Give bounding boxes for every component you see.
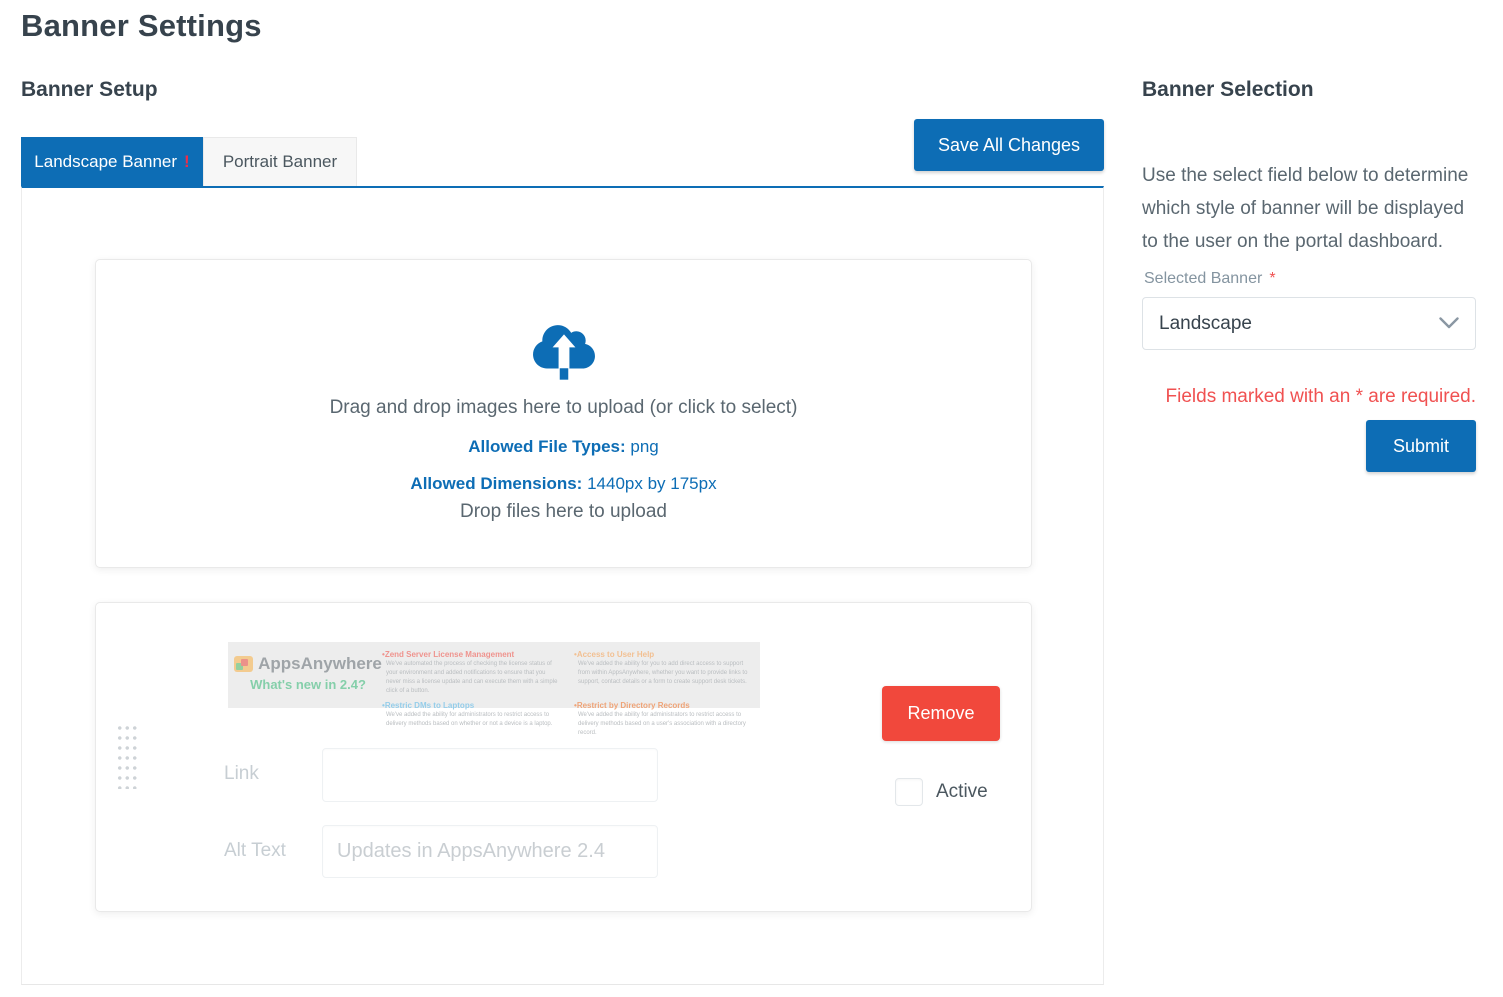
remove-button[interactable]: Remove xyxy=(882,686,1000,741)
cloud-upload-icon xyxy=(533,322,595,387)
allowed-file-types: Allowed File Types: png xyxy=(96,437,1031,457)
banner-setup-heading: Banner Setup xyxy=(21,78,158,102)
upload-dropzone[interactable]: Drag and drop images here to upload (or … xyxy=(95,259,1032,568)
active-checkbox[interactable] xyxy=(895,778,923,806)
link-label: Link xyxy=(224,763,259,785)
selected-banner-label-text: Selected Banner xyxy=(1144,270,1262,287)
tab-landscape-alert-icon: ! xyxy=(184,152,190,172)
banner-selection-heading: Banner Selection xyxy=(1142,78,1314,102)
allowed-file-types-value: png xyxy=(630,437,658,456)
allowed-dimensions-value: 1440px by 175px xyxy=(587,474,717,493)
selected-banner-select[interactable]: Landscape xyxy=(1142,297,1476,350)
banner-tabs: Landscape Banner ! Portrait Banner xyxy=(21,137,357,186)
appsanywhere-logo-icon xyxy=(234,656,253,672)
banner-item-card: AppsAnywhere What's new in 2.4? Zend Ser… xyxy=(95,602,1032,912)
active-label: Active xyxy=(936,781,988,803)
banner-preview-features: Zend Server License ManagementWe've auto… xyxy=(382,647,750,703)
required-fields-note: Fields marked with an * are required. xyxy=(1142,386,1476,408)
tab-portrait-banner[interactable]: Portrait Banner xyxy=(203,137,357,186)
tab-landscape-label: Landscape Banner xyxy=(34,152,177,172)
alt-text-label: Alt Text xyxy=(224,840,286,862)
banner-selection-description: Use the select field below to determine … xyxy=(1142,159,1478,258)
dropzone-instruction: Drag and drop images here to upload (or … xyxy=(96,397,1031,419)
allowed-dimensions-label: Allowed Dimensions: xyxy=(410,474,582,493)
chevron-down-icon xyxy=(1439,313,1459,335)
alt-text-input[interactable] xyxy=(322,825,658,878)
required-asterisk: * xyxy=(1269,270,1275,287)
active-toggle-group: Active xyxy=(895,778,988,806)
banner-preview-logo-block: AppsAnywhere What's new in 2.4? xyxy=(234,647,382,703)
preview-feature: Restric DMs to LaptopsWe've added the ab… xyxy=(382,701,558,738)
banner-settings-page: Banner Settings Banner Setup Save All Ch… xyxy=(0,0,1503,997)
drag-handle[interactable] xyxy=(115,721,138,789)
tab-landscape-banner[interactable]: Landscape Banner ! xyxy=(21,137,203,186)
submit-button[interactable]: Submit xyxy=(1366,420,1476,472)
preview-feature: Zend Server License ManagementWe've auto… xyxy=(382,650,558,696)
drop-files-hint: Drop files here to upload xyxy=(96,501,1031,523)
preview-feature: Access to User HelpWe've added the abili… xyxy=(574,650,750,696)
preview-feature: Restrict by Directory RecordsWe've added… xyxy=(574,701,750,738)
save-all-changes-button[interactable]: Save All Changes xyxy=(914,119,1104,171)
banner-preview-image: AppsAnywhere What's new in 2.4? Zend Ser… xyxy=(228,642,760,708)
selected-banner-value: Landscape xyxy=(1159,313,1252,335)
banner-preview-brand: AppsAnywhere xyxy=(258,654,382,674)
page-title: Banner Settings xyxy=(21,8,262,44)
allowed-file-types-label: Allowed File Types: xyxy=(468,437,625,456)
allowed-dimensions: Allowed Dimensions: 1440px by 175px xyxy=(96,474,1031,494)
link-input[interactable] xyxy=(322,748,658,802)
banner-preview-subtitle: What's new in 2.4? xyxy=(234,677,382,692)
tab-portrait-label: Portrait Banner xyxy=(223,152,337,172)
tab-content-panel: Drag and drop images here to upload (or … xyxy=(21,186,1104,985)
selected-banner-label: Selected Banner * xyxy=(1144,270,1276,288)
